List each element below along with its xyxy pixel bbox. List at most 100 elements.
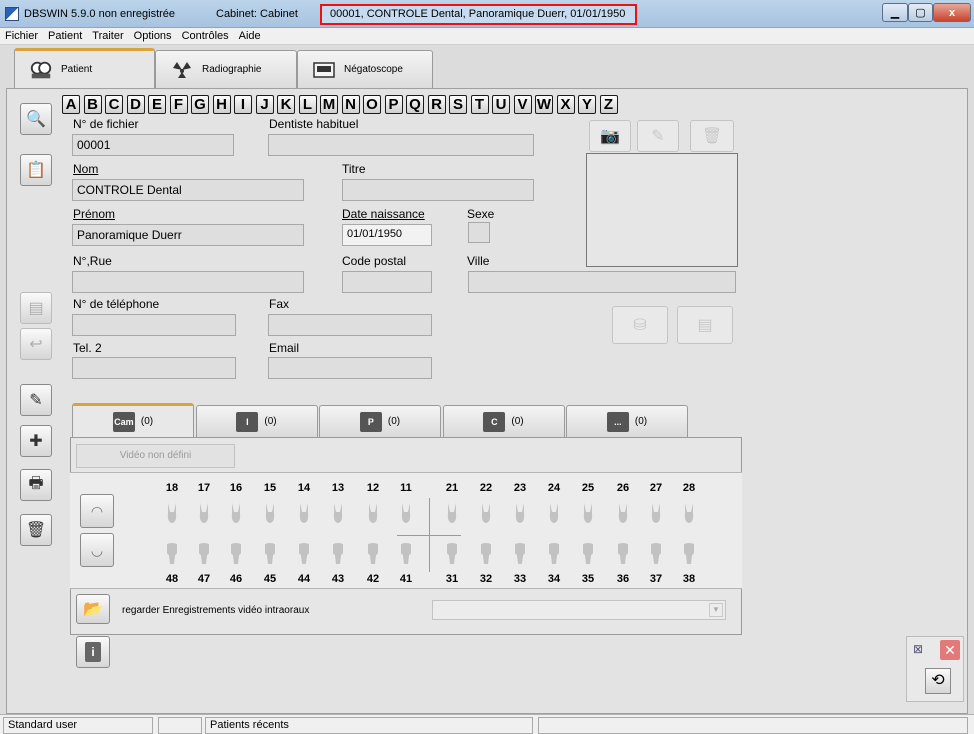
letter-button-v[interactable]: V (513, 95, 532, 114)
camera-button[interactable]: 📷 (589, 120, 631, 152)
letter-button-a[interactable]: A (62, 95, 80, 114)
tooth-18[interactable] (164, 502, 180, 523)
close-button[interactable]: x (933, 3, 971, 22)
tooth-26[interactable] (615, 502, 631, 523)
rue-field[interactable] (72, 271, 304, 293)
tooth-12[interactable] (365, 502, 381, 523)
letter-button-g[interactable]: G (191, 95, 209, 114)
delete-button[interactable]: 🗑 (20, 514, 52, 546)
edit-list-button[interactable]: ✎ (20, 384, 52, 416)
video-button[interactable]: Vidéo non défini (76, 444, 235, 468)
letter-button-j[interactable]: J (255, 95, 274, 114)
letter-button-m[interactable]: M (320, 95, 338, 114)
info-button[interactable]: i (76, 636, 110, 668)
dentist-field[interactable] (268, 134, 534, 156)
menu-patient[interactable]: Patient (43, 28, 87, 42)
menu-traiter[interactable]: Traiter (87, 28, 128, 42)
titre-field[interactable] (342, 179, 534, 201)
save-button[interactable]: ▤ (20, 292, 52, 324)
tab-negatoscope[interactable]: Négatoscope (297, 50, 433, 88)
letter-button-q[interactable]: Q (406, 95, 424, 114)
letter-button-d[interactable]: D (126, 95, 145, 114)
tooth-34[interactable] (546, 543, 562, 564)
devices-button[interactable]: 🖶 (20, 469, 52, 501)
tooth-41[interactable] (398, 543, 414, 564)
tooth-33[interactable] (512, 543, 528, 564)
upper-jaw-button[interactable]: ◠ (80, 494, 114, 528)
clipboard-button[interactable]: 📋 (20, 154, 52, 186)
tooth-46[interactable] (228, 543, 244, 564)
tooth-14[interactable] (296, 502, 312, 523)
tooth-28[interactable] (681, 502, 697, 523)
maximize-button[interactable]: ▢ (908, 3, 933, 22)
letter-button-t[interactable]: T (470, 95, 489, 114)
scan-button[interactable]: ⛁ (612, 306, 668, 344)
tel-field[interactable] (72, 314, 236, 336)
letter-button-y[interactable]: Y (578, 95, 596, 114)
tab-patient[interactable]: Patient (14, 48, 155, 88)
edit-photo-button[interactable]: ✎ (637, 120, 679, 152)
letter-button-r[interactable]: R (427, 95, 446, 114)
tooth-13[interactable] (330, 502, 346, 523)
tooth-45[interactable] (262, 543, 278, 564)
letter-button-o[interactable]: O (363, 95, 381, 114)
tooth-32[interactable] (478, 543, 494, 564)
tooth-24[interactable] (546, 502, 562, 523)
tooth-44[interactable] (296, 543, 312, 564)
letter-button-k[interactable]: K (277, 95, 295, 114)
tooth-16[interactable] (228, 502, 244, 523)
letter-button-f[interactable]: F (169, 95, 188, 114)
tooth-42[interactable] (365, 543, 381, 564)
letter-button-u[interactable]: U (492, 95, 510, 114)
cp-field[interactable] (342, 271, 432, 293)
tooth-36[interactable] (615, 543, 631, 564)
prenom-field[interactable]: Panoramique Duerr (72, 224, 304, 246)
tooth-35[interactable] (580, 543, 596, 564)
media-tab-2[interactable]: I (0) (195, 405, 318, 437)
letter-button-x[interactable]: X (556, 95, 575, 114)
media-tab-4[interactable]: C (0) (442, 405, 565, 437)
media-tab-3[interactable]: P (0) (319, 405, 441, 437)
menu-controles[interactable]: Contrôles (177, 28, 234, 42)
menu-fichier[interactable]: Fichier (0, 28, 43, 42)
letter-button-h[interactable]: H (212, 95, 231, 114)
tooth-11[interactable] (398, 502, 414, 523)
email-field[interactable] (268, 357, 432, 379)
letter-button-b[interactable]: B (83, 95, 102, 114)
tooth-27[interactable] (648, 502, 664, 523)
wireless-off-icon[interactable]: ⊠ (913, 642, 931, 660)
dob-field[interactable]: 01/01/1950 (342, 224, 432, 246)
menu-options[interactable]: Options (129, 28, 177, 42)
tooth-17[interactable] (196, 502, 212, 523)
mini-close-button[interactable]: ✕ (940, 640, 960, 660)
search-patient-button[interactable]: 🔍 (20, 103, 52, 135)
letter-button-l[interactable]: L (298, 95, 317, 114)
restore-button[interactable]: ⟲ (925, 668, 951, 694)
undo-button[interactable]: ↩ (20, 328, 52, 360)
tooth-37[interactable] (648, 543, 664, 564)
letter-button-w[interactable]: W (535, 95, 553, 114)
intraoral-select[interactable]: ▼ (432, 600, 726, 620)
sexe-field[interactable] (468, 222, 490, 243)
letter-button-p[interactable]: P (384, 95, 403, 114)
letter-button-n[interactable]: N (341, 95, 360, 114)
media-tab-5[interactable]: ... (0) (566, 405, 688, 437)
lower-jaw-button[interactable]: ◡ (80, 533, 114, 567)
letter-button-c[interactable]: C (105, 95, 123, 114)
tab-radiographie[interactable]: Radiographie (155, 50, 297, 88)
ville-field[interactable] (468, 271, 736, 293)
letter-button-s[interactable]: S (449, 95, 467, 114)
tooth-23[interactable] (512, 502, 528, 523)
tooth-25[interactable] (580, 502, 596, 523)
letter-button-z[interactable]: Z (599, 95, 618, 114)
minimize-button[interactable]: ▁ (882, 3, 908, 22)
status-recent[interactable]: Patients récents (205, 717, 533, 734)
menu-aide[interactable]: Aide (234, 28, 266, 42)
tooth-21[interactable] (444, 502, 460, 523)
tooth-43[interactable] (330, 543, 346, 564)
tooth-38[interactable] (681, 543, 697, 564)
letter-button-i[interactable]: I (234, 95, 252, 114)
tel2-field[interactable] (72, 357, 236, 379)
nom-field[interactable]: CONTROLE Dental (72, 179, 304, 201)
media-tab-1[interactable]: Cam (0) (72, 403, 194, 437)
